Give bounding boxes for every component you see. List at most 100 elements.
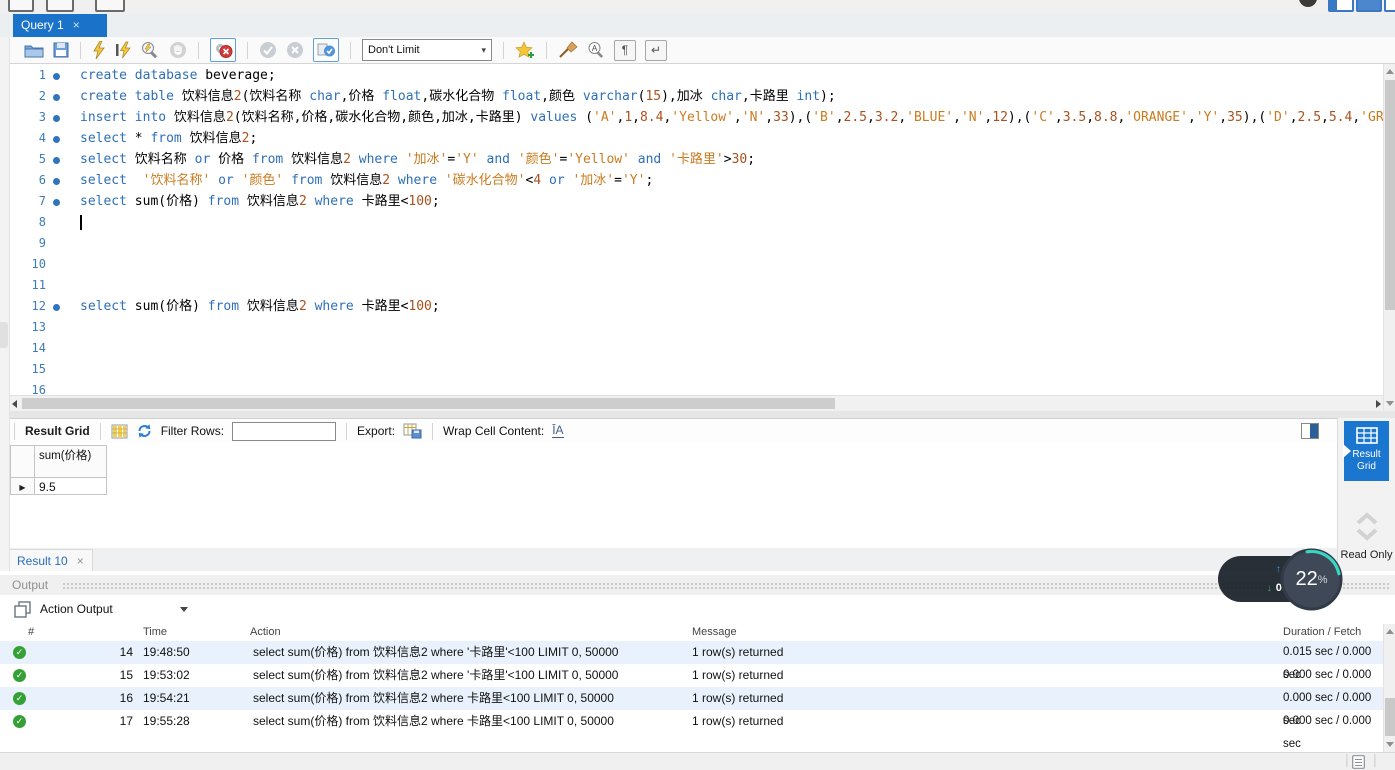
query-status-icon[interactable]	[1352, 755, 1365, 770]
percent-value: 22%	[1280, 548, 1343, 611]
output-view-selector[interactable]: Action Output	[40, 602, 113, 616]
toggle-left-panel-icon[interactable]	[1328, 0, 1354, 12]
stop-icon[interactable]	[169, 39, 187, 61]
limit-rows-value: Don't Limit	[368, 44, 420, 56]
toolbar-icon-fragment[interactable]	[1299, 0, 1317, 7]
output-row[interactable]: ✓1619:54:21select sum(价格) from 饮料信息2 whe…	[0, 687, 1383, 710]
toggle-right-panel-icon[interactable]	[1384, 0, 1395, 12]
chevron-down-icon: ▾	[481, 45, 486, 56]
beautify-icon[interactable]	[558, 39, 578, 61]
line-number: 12	[10, 296, 46, 317]
output-row-action: select sum(价格) from 饮料信息2 where 卡路里<100 …	[253, 687, 614, 710]
toolbar-icon-fragment[interactable]	[46, 0, 74, 12]
editor-line[interactable]: 12select sum(价格) from 饮料信息2 where 卡路里<10…	[10, 295, 1383, 316]
editor-line[interactable]: 15	[10, 358, 1383, 379]
commit-icon[interactable]	[259, 39, 277, 61]
editor-vertical-scrollbar[interactable]	[1383, 64, 1395, 411]
toolbar-icon-fragment[interactable]	[95, 0, 125, 12]
filter-rows-input[interactable]	[232, 422, 336, 441]
col-header-time: Time	[143, 626, 167, 638]
refresh-icon[interactable]	[136, 420, 153, 442]
line-number: 8	[10, 212, 46, 233]
code-text: select 饮料名称 or 价格 from 饮料信息2 where '加冰'=…	[80, 152, 755, 167]
col-header-duration: Duration / Fetch	[1283, 626, 1361, 638]
editor-line[interactable]: 10	[10, 253, 1383, 274]
editor-line[interactable]: 16	[10, 379, 1383, 395]
save-snippet-icon[interactable]	[515, 39, 535, 61]
scroll-right-arrow[interactable]	[1376, 400, 1381, 408]
toggle-autocommit-icon[interactable]	[313, 38, 339, 62]
output-row[interactable]: ✓1419:48:50select sum(价格) from 饮料信息2 whe…	[0, 641, 1383, 664]
editor-line[interactable]: 3insert into 饮料信息2(饮料名称,价格,碳水化合物,颜色,加冰,卡…	[10, 106, 1383, 127]
execute-current-icon[interactable]	[115, 39, 132, 61]
collapsed-sidebar-strip[interactable]	[0, 37, 10, 571]
output-vertical-scrollbar[interactable]	[1383, 624, 1395, 752]
code-text: select * from 饮料信息2;	[80, 131, 257, 146]
editor-line[interactable]: 7select sum(价格) from 饮料信息2 where 卡路里<100…	[10, 190, 1383, 211]
sidebar-grip-handle[interactable]	[0, 322, 8, 348]
scrollbar-thumb[interactable]	[22, 398, 835, 409]
editor-line[interactable]: 9	[10, 232, 1383, 253]
editor-line[interactable]: 1create database beverage;	[10, 64, 1383, 85]
sql-editor-toolbar: Don't Limit ▾ A ¶ ↵	[0, 37, 1395, 64]
result-column-header[interactable]: sum(价格)	[35, 446, 107, 478]
sql-editor[interactable]: 1create database beverage;2create table …	[10, 64, 1383, 395]
export-icon[interactable]	[403, 420, 422, 442]
row-marker-icon: ▶	[19, 483, 25, 492]
save-script-icon[interactable]	[53, 39, 69, 61]
explain-icon[interactable]	[141, 39, 160, 61]
editor-line[interactable]: 8	[10, 211, 1383, 232]
toggle-bottom-panel-icon[interactable]	[1356, 0, 1382, 12]
line-number: 14	[10, 338, 46, 359]
editor-line[interactable]: 4select * from 饮料信息2;	[10, 127, 1383, 148]
output-row-index: 17	[35, 710, 133, 733]
output-row-time: 19:48:50	[143, 641, 190, 664]
memory-percent-ball[interactable]: 22%	[1280, 548, 1343, 611]
result-grid-row[interactable]: ▶ 9.5	[11, 478, 107, 495]
open-script-icon[interactable]	[24, 39, 44, 61]
limit-rows-dropdown[interactable]: Don't Limit ▾	[362, 39, 492, 61]
result-cell[interactable]: 9.5	[35, 478, 107, 495]
wrap-cell-content-icon[interactable]: ĪA	[552, 424, 563, 438]
line-number: 9	[10, 233, 46, 254]
collapse-chevrons-icon[interactable]	[1355, 511, 1379, 548]
toggle-stop-on-error-icon[interactable]	[210, 38, 236, 62]
output-row-time: 19:53:02	[143, 664, 190, 687]
row-marker-cell[interactable]: ▶	[11, 478, 35, 495]
chevron-down-icon[interactable]	[180, 607, 188, 612]
scroll-left-arrow[interactable]	[12, 400, 17, 408]
output-row[interactable]: ✓1719:55:28select sum(价格) from 饮料信息2 whe…	[0, 710, 1383, 733]
editor-line[interactable]: 11	[10, 274, 1383, 295]
scrollbar-thumb[interactable]	[1385, 698, 1395, 736]
sidebar-result-grid-button[interactable]: Result Grid	[1344, 421, 1389, 481]
execute-icon[interactable]	[92, 39, 106, 61]
line-number: 2	[10, 86, 46, 107]
editor-line[interactable]: 5select 饮料名称 or 价格 from 饮料信息2 where '加冰'…	[10, 148, 1383, 169]
success-icon: ✓	[13, 715, 26, 728]
close-icon[interactable]: ×	[77, 550, 84, 573]
rollback-icon[interactable]	[286, 39, 304, 61]
editor-line[interactable]: 2create table 饮料信息2(饮料名称 char,价格 float,碳…	[10, 85, 1383, 106]
query-tab[interactable]: Query 1 ×	[13, 14, 107, 37]
scroll-up-arrow[interactable]	[1386, 629, 1394, 634]
editor-line[interactable]: 13	[10, 316, 1383, 337]
stacked-windows-icon	[14, 601, 31, 623]
scroll-up-arrow[interactable]	[1386, 69, 1394, 74]
scroll-down-arrow[interactable]	[1386, 742, 1394, 747]
editor-line[interactable]: 6select '饮料名称' or '颜色' from 饮料信息2 where …	[10, 169, 1383, 190]
toolbar-icon-fragment[interactable]	[8, 0, 34, 12]
selected-pointer	[1343, 444, 1351, 458]
output-row-message: 1 row(s) returned	[692, 687, 783, 710]
output-row[interactable]: ✓1519:53:02select sum(价格) from 饮料信息2 whe…	[0, 664, 1383, 687]
toggle-wrap-icon[interactable]: ↵	[645, 40, 667, 61]
result-tab[interactable]: Result 10 ×	[8, 549, 93, 572]
show-invisibles-icon[interactable]: ¶	[614, 40, 636, 61]
toggle-result-sidebar-icon[interactable]	[1301, 423, 1319, 439]
editor-line[interactable]: 14	[10, 337, 1383, 358]
grid-view-icon[interactable]	[111, 420, 128, 442]
editor-horizontal-scrollbar[interactable]	[10, 395, 1383, 411]
scroll-down-arrow[interactable]	[1386, 401, 1394, 406]
scrollbar-thumb[interactable]	[1385, 80, 1395, 310]
find-icon[interactable]: A	[587, 39, 605, 61]
close-icon[interactable]: ×	[73, 14, 80, 37]
